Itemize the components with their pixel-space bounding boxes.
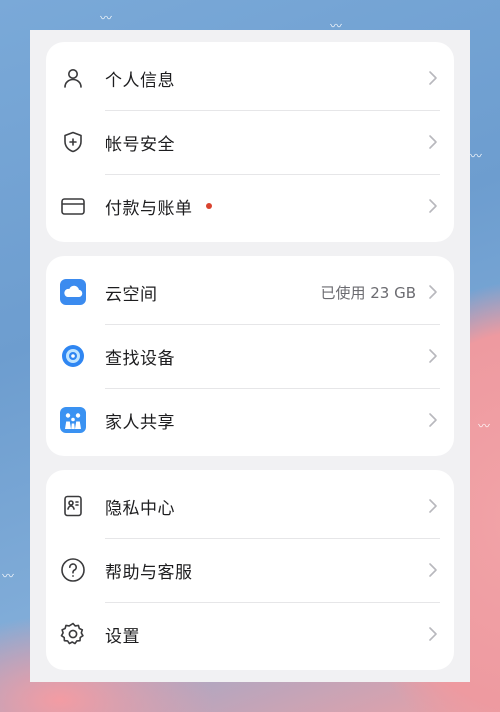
chevron-right-icon [429,563,437,577]
chevron-right-icon [429,413,437,427]
privacy-icon [60,493,86,519]
chevron-right-icon [429,349,437,363]
services-group-card: 云空间 已使用 23 GB 查找设备 家人共享 [46,256,454,456]
bird-decoration: 〰 [2,569,15,583]
chevron-right-icon [429,199,437,213]
account-settings-sheet: 个人信息 帐号安全 付款与账单 云空间 已使用 23 GB 查找设备 家人共享 … [30,30,470,682]
shield-icon [60,129,86,155]
menu-item-family-sharing[interactable]: 家人共享 [46,388,454,452]
support-group-card: 隐私中心 帮助与客服 设置 [46,470,454,670]
storage-used-value: 已使用 23 GB [320,283,416,302]
chevron-right-icon [429,285,437,299]
bird-decoration: 〰 [470,149,483,163]
chevron-right-icon [429,627,437,641]
menu-item-cloud-space[interactable]: 云空间 已使用 23 GB [46,260,454,324]
menu-item-privacy-center[interactable]: 隐私中心 [46,474,454,538]
gear-icon [60,621,86,647]
menu-item-label: 帐号安全 [105,134,175,155]
menu-item-label: 家人共享 [105,412,175,433]
menu-item-help-support[interactable]: 帮助与客服 [46,538,454,602]
cloud-icon [60,279,86,305]
person-icon [60,65,86,91]
chevron-right-icon [429,499,437,513]
menu-item-label: 查找设备 [105,348,175,369]
menu-item-label: 云空间 [105,284,158,305]
notification-dot [206,203,212,209]
card-icon [60,193,86,219]
menu-item-label: 个人信息 [105,70,175,91]
menu-item-payment-billing[interactable]: 付款与账单 [46,174,454,238]
help-icon [60,557,86,583]
menu-item-find-device[interactable]: 查找设备 [46,324,454,388]
menu-item-settings[interactable]: 设置 [46,602,454,666]
menu-item-label: 隐私中心 [105,498,175,519]
chevron-right-icon [429,71,437,85]
menu-item-label: 设置 [105,626,140,647]
bird-decoration: 〰 [478,419,491,433]
account-group-card: 个人信息 帐号安全 付款与账单 [46,42,454,242]
menu-item-label: 帮助与客服 [105,562,193,583]
menu-item-personal-info[interactable]: 个人信息 [46,46,454,110]
bird-decoration: 〰 [100,11,113,25]
find-device-icon [60,343,86,369]
family-icon [60,407,86,433]
menu-item-label: 付款与账单 [105,198,193,219]
menu-item-account-security[interactable]: 帐号安全 [46,110,454,174]
chevron-right-icon [429,135,437,149]
